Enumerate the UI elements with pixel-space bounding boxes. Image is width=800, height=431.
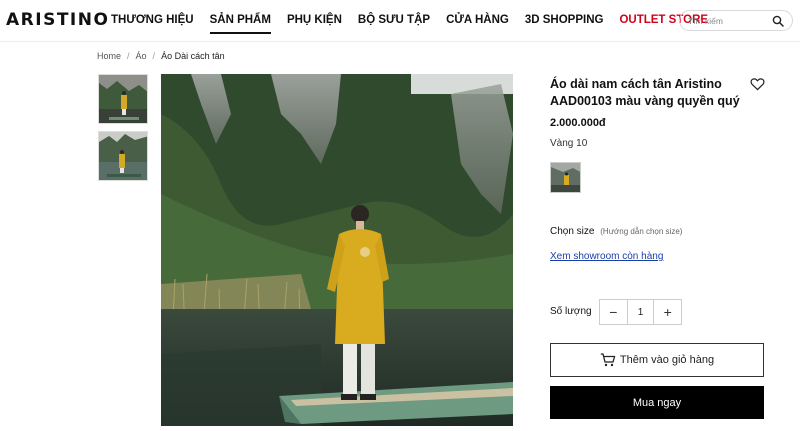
nav-item-thuong-hieu[interactable]: THƯƠNG HIỆU (111, 14, 194, 34)
size-label: Chọn size (550, 226, 595, 237)
thumbnail-image (99, 132, 147, 180)
product-thumbnail-2[interactable] (98, 131, 148, 181)
product-title: Áo dài nam cách tân Aristino AAD00103 mà… (550, 77, 740, 108)
cart-icon (600, 353, 616, 367)
quantity-stepper: − 1 + (599, 299, 682, 325)
main-nav: THƯƠNG HIỆU SẢN PHẨM PHỤ KIỆN BỘ SƯU TẬP… (111, 14, 724, 34)
site-header: ARISTINO THƯƠNG HIỆU SẢN PHẨM PHỤ KIỆN B… (0, 0, 800, 42)
product-thumbnail-1[interactable] (98, 74, 148, 124)
nav-item-san-pham[interactable]: SẢN PHẨM (209, 14, 271, 34)
size-row: Chọn size (Hướng dẫn chọn size) (550, 226, 682, 237)
nav-item-3d-shopping[interactable]: 3D SHOPPING (525, 14, 604, 34)
add-to-cart-label: Thêm vào giỏ hàng (619, 354, 715, 366)
main-photo (161, 74, 513, 426)
brand-logo[interactable]: ARISTINO (6, 10, 109, 30)
quantity-decrease-button[interactable]: − (600, 300, 627, 324)
search-box (679, 10, 793, 31)
size-guide-link[interactable]: (Hướng dẫn chọn size) (600, 227, 682, 236)
product-main-image[interactable]: › (161, 74, 513, 426)
add-to-cart-button[interactable]: Thêm vào giỏ hàng (550, 343, 764, 377)
thumbnail-image (99, 75, 147, 123)
showroom-stock-link[interactable]: Xem showroom còn hàng (550, 251, 663, 262)
search-input[interactable] (688, 14, 768, 28)
nav-item-bo-suu-tap[interactable]: BỘ SƯU TẬP (358, 14, 430, 34)
heart-icon[interactable] (750, 77, 765, 91)
breadcrumb-ao[interactable]: Áo (136, 51, 147, 61)
nav-item-phu-kien[interactable]: PHỤ KIỆN (287, 14, 342, 34)
breadcrumb-current: Áo Dài cách tân (161, 51, 225, 61)
buy-now-button[interactable]: Mua ngay (550, 386, 764, 419)
quantity-label: Số lượng (550, 306, 592, 317)
color-swatch[interactable] (550, 162, 581, 193)
breadcrumb-home[interactable]: Home (97, 51, 121, 61)
swatch-image (551, 163, 580, 192)
search-icon[interactable] (772, 15, 784, 27)
product-price: 2.000.000đ (550, 117, 606, 129)
breadcrumb-separator: / (127, 51, 130, 61)
quantity-value[interactable]: 1 (626, 300, 655, 324)
quantity-increase-button[interactable]: + (654, 300, 681, 324)
breadcrumb: Home / Áo / Áo Dài cách tân (97, 51, 225, 61)
color-name: Vàng 10 (550, 138, 588, 149)
breadcrumb-separator: / (152, 51, 156, 61)
nav-item-cua-hang[interactable]: CỬA HÀNG (446, 14, 509, 34)
